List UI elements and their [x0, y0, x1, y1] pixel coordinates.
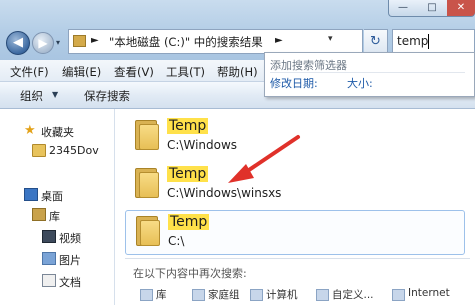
custom-icon — [316, 289, 329, 301]
text-caret — [428, 34, 429, 49]
search-again-homegroup[interactable]: 家庭组 — [208, 287, 240, 302]
search-again-internet[interactable]: Internet — [408, 287, 450, 299]
library-icon — [32, 208, 46, 221]
star-icon: ★ — [24, 123, 36, 138]
sidebar-item-libraries[interactable]: 库 — [0, 206, 115, 224]
menu-tools[interactable]: 工具(T) — [166, 64, 205, 80]
breadcrumb-chevron[interactable]: ► — [275, 35, 283, 46]
sidebar-item-label: 视频 — [59, 232, 81, 245]
minimize-button[interactable]: — — [389, 0, 417, 16]
sidebar-item-label: 文档 — [59, 276, 81, 289]
divider — [125, 258, 470, 259]
address-dropdown[interactable]: ▾ — [328, 34, 333, 44]
refresh-icon: ↻ — [370, 34, 381, 49]
save-search-button[interactable]: 保存搜索 — [84, 88, 130, 104]
picture-icon — [42, 252, 56, 265]
menu-edit[interactable]: 编辑(E) — [62, 64, 101, 80]
search-input[interactable]: temp — [392, 29, 475, 54]
sidebar-item-label: 图片 — [59, 254, 81, 267]
folder-icon — [136, 216, 160, 246]
menu-help[interactable]: 帮助(H) — [217, 64, 258, 80]
sidebar-item-label: 2345Dov — [49, 144, 99, 157]
sidebar-item-videos[interactable]: 视频 — [0, 228, 115, 246]
organize-dropdown-icon: ▼ — [52, 90, 59, 99]
refresh-button[interactable]: ↻ — [364, 29, 388, 54]
recent-pages-dropdown[interactable]: ▾ — [56, 38, 60, 47]
result-item[interactable]: Temp C:\Windows — [125, 115, 465, 160]
sidebar-item-2345dov[interactable]: 2345Dov — [0, 142, 115, 160]
result-path: C:\Windows — [167, 138, 238, 152]
folder-icon — [135, 120, 159, 150]
breadcrumb-chevron[interactable]: ► — [91, 35, 99, 46]
filter-size[interactable]: 大小: — [347, 75, 373, 91]
back-button[interactable]: ◀ — [6, 31, 30, 55]
search-query: temp — [397, 34, 429, 48]
folder-icon — [135, 168, 159, 198]
divider — [270, 72, 465, 73]
result-name: Temp — [167, 166, 209, 182]
internet-icon — [392, 289, 405, 301]
breadcrumb-search-results[interactable]: "本地磁盘 (C:)" 中的搜索结果 — [109, 34, 263, 50]
sidebar-item-label: 库 — [49, 210, 60, 223]
homegroup-icon — [192, 289, 205, 301]
result-path: C:\ — [168, 234, 185, 248]
navigation-pane: ★ 收藏夹 2345Dov 桌面 库 视频 图片 文档 — [0, 109, 115, 305]
result-item[interactable]: Temp C:\Windows\winsxs — [125, 163, 465, 208]
desktop-icon — [24, 188, 38, 201]
sidebar-item-desktop[interactable]: 桌面 — [0, 186, 115, 204]
sidebar-item-label: 收藏夹 — [41, 126, 74, 139]
menu-file[interactable]: 文件(F) — [10, 64, 49, 80]
add-filter-title: 添加搜索筛选器 — [270, 59, 347, 72]
close-button[interactable]: ✕ — [447, 0, 475, 16]
search-folder-icon — [73, 35, 86, 47]
sidebar-item-label: 桌面 — [41, 190, 63, 203]
menu-view[interactable]: 查看(V) — [114, 64, 154, 80]
result-name: Temp — [167, 118, 209, 134]
sidebar-item-pictures[interactable]: 图片 — [0, 250, 115, 268]
result-name: Temp — [168, 214, 210, 230]
search-again-computer[interactable]: 计算机 — [266, 287, 298, 302]
library-icon — [140, 289, 153, 301]
search-again-label: 在以下内容中再次搜索: — [133, 267, 247, 280]
organize-button[interactable]: 组织 — [20, 88, 43, 104]
search-again-locations: 库 家庭组 计算机 自定义... Internet — [130, 287, 475, 305]
search-filter-popup: 添加搜索筛选器 修改日期: 大小: — [264, 52, 475, 97]
filter-date-modified[interactable]: 修改日期: — [270, 75, 318, 91]
forward-arrow-icon: ▶ — [38, 36, 48, 50]
video-icon — [42, 230, 56, 243]
window-controls: — □ ✕ — [388, 0, 475, 17]
folder-icon — [32, 144, 46, 157]
forward-button[interactable]: ▶ — [32, 32, 54, 54]
search-again-libraries[interactable]: 库 — [156, 287, 167, 302]
search-again-custom[interactable]: 自定义... — [332, 287, 374, 302]
address-bar[interactable]: ► "本地磁盘 (C:)" 中的搜索结果 ► ▾ — [68, 29, 363, 54]
sidebar-item-favorites[interactable]: ★ 收藏夹 — [0, 122, 115, 140]
maximize-button[interactable]: □ — [418, 0, 446, 16]
sidebar-item-documents[interactable]: 文档 — [0, 272, 115, 290]
result-item-selected[interactable]: Temp C:\ — [125, 210, 465, 255]
result-path: C:\Windows\winsxs — [167, 186, 282, 200]
computer-icon — [250, 289, 263, 301]
document-icon — [42, 274, 56, 287]
back-arrow-icon: ◀ — [13, 35, 23, 50]
